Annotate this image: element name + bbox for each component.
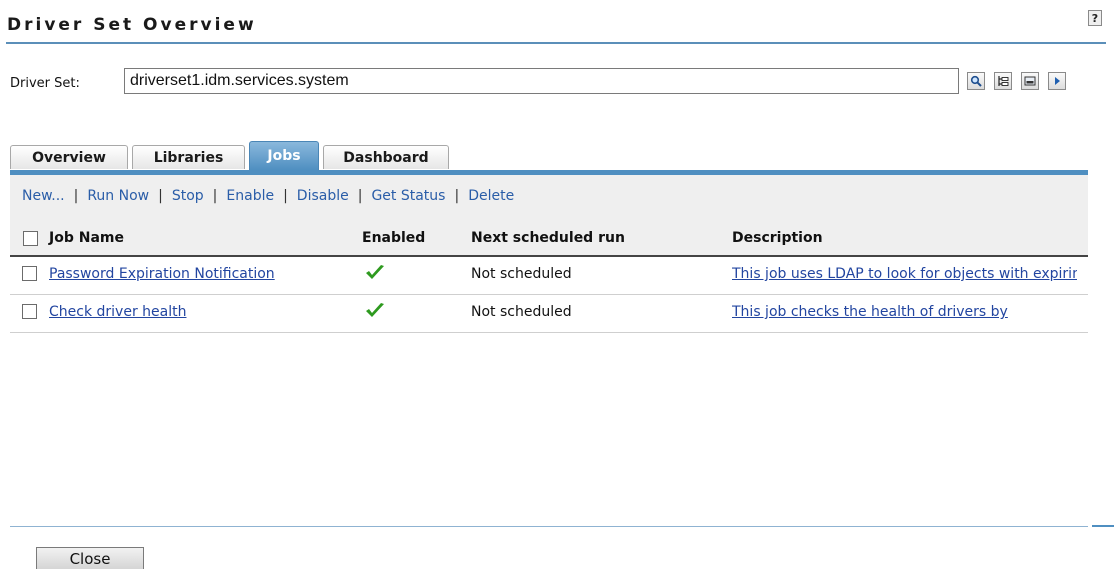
next-run-value: Not scheduled bbox=[471, 266, 572, 282]
get-status-link[interactable]: Get Status bbox=[371, 188, 445, 204]
next-run-value: Not scheduled bbox=[471, 304, 572, 320]
tab-jobs[interactable]: Jobs bbox=[249, 141, 319, 170]
enabled-check-icon bbox=[364, 263, 386, 287]
tab-overview[interactable]: Overview bbox=[10, 145, 128, 169]
enabled-check-icon bbox=[364, 301, 386, 325]
row-checkbox[interactable] bbox=[22, 304, 37, 319]
history-icon[interactable] bbox=[1021, 72, 1039, 90]
job-actions-bar: New... | Run Now | Stop | Enable | Disable | Get S… bbox=[10, 175, 1088, 225]
stop-link[interactable]: Stop bbox=[172, 188, 204, 204]
delete-link[interactable]: Delete bbox=[468, 188, 514, 204]
tab-dashboard[interactable]: Dashboard bbox=[323, 145, 449, 169]
job-name-link[interactable]: Check driver health bbox=[49, 304, 186, 320]
table-row: Password Expiration Notification Not sch… bbox=[10, 257, 1088, 295]
row-checkbox[interactable] bbox=[22, 266, 37, 281]
disable-link[interactable]: Disable bbox=[297, 188, 349, 204]
driver-set-input[interactable] bbox=[124, 68, 959, 94]
table-header: Job Name Enabled Next scheduled run Desc… bbox=[10, 225, 1088, 257]
driver-set-label: Driver Set: bbox=[10, 76, 80, 91]
footer-divider bbox=[10, 525, 1114, 527]
search-icon[interactable] bbox=[967, 72, 985, 90]
table-row: Check driver health Not scheduled This j… bbox=[10, 295, 1088, 333]
page-header: Driver Set Overview ? bbox=[6, 10, 1106, 44]
new-job-link[interactable]: New... bbox=[22, 188, 65, 204]
description-link[interactable]: This job uses LDAP to look for objects w… bbox=[732, 266, 1077, 282]
help-button[interactable]: ? bbox=[1088, 10, 1102, 26]
column-enabled: Enabled bbox=[362, 230, 426, 246]
tree-browse-icon[interactable] bbox=[994, 72, 1012, 90]
column-next-run: Next scheduled run bbox=[471, 230, 625, 246]
column-job-name: Job Name bbox=[49, 230, 124, 246]
run-now-link[interactable]: Run Now bbox=[87, 188, 149, 204]
job-name-link[interactable]: Password Expiration Notification bbox=[49, 266, 275, 282]
enable-link[interactable]: Enable bbox=[226, 188, 274, 204]
tab-libraries[interactable]: Libraries bbox=[132, 145, 245, 169]
close-button[interactable]: Close bbox=[36, 547, 144, 569]
description-link[interactable]: This job checks the health of drivers by bbox=[732, 304, 1008, 320]
page-title: Driver Set Overview bbox=[7, 15, 257, 35]
arrow-right-icon[interactable] bbox=[1048, 72, 1066, 90]
column-description: Description bbox=[732, 230, 823, 246]
select-all-checkbox[interactable] bbox=[23, 231, 38, 246]
